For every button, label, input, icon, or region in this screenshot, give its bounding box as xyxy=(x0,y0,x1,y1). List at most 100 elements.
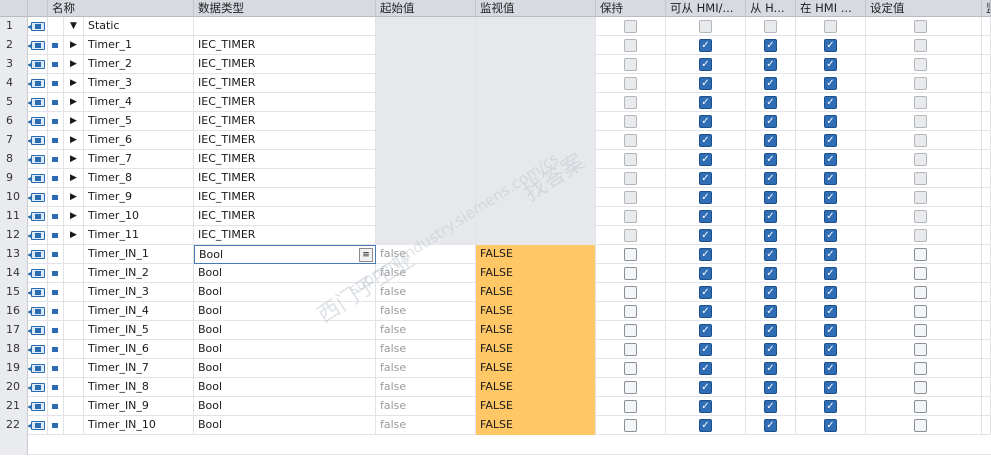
table-row[interactable]: 1 ▼ Static xyxy=(0,17,991,36)
start-value-cell[interactable] xyxy=(376,36,476,55)
table-row[interactable]: 14 Timer_IN_2 Bool false FALSE ✓ ✓ ✓ xyxy=(0,264,991,283)
from-hmi-checkbox[interactable]: ✓ xyxy=(764,58,777,71)
table-row[interactable]: 18 Timer_IN_6 Bool false FALSE ✓ ✓ ✓ xyxy=(0,340,991,359)
hmi-access-checkbox[interactable]: ✓ xyxy=(699,172,712,185)
start-value-cell[interactable] xyxy=(376,207,476,226)
header-name[interactable]: 名称 xyxy=(48,0,194,17)
expand-toggle-icon[interactable]: ▼ xyxy=(64,17,84,36)
in-hmi-checkbox[interactable]: ✓ xyxy=(824,96,837,109)
expand-toggle-icon[interactable] xyxy=(64,359,84,378)
table-row[interactable]: 22 Timer_IN_10 Bool false FALSE ✓ ✓ ✓ xyxy=(0,416,991,435)
data-type-cell[interactable]: Bool xyxy=(194,264,376,283)
hmi-access-checkbox[interactable]: ✓ xyxy=(699,191,712,204)
data-type-cell[interactable]: IEC_TIMER xyxy=(194,55,376,74)
setpoint-checkbox[interactable] xyxy=(914,248,927,261)
expand-toggle-icon[interactable] xyxy=(64,245,84,264)
table-row[interactable]: 19 Timer_IN_7 Bool false FALSE ✓ ✓ ✓ xyxy=(0,359,991,378)
start-value-cell[interactable]: false xyxy=(376,416,476,435)
table-row[interactable]: 12 ▶ Timer_11 IEC_TIMER ✓ ✓ ✓ xyxy=(0,226,991,245)
data-type-cell[interactable]: IEC_TIMER xyxy=(194,150,376,169)
data-type-cell[interactable]: IEC_TIMER xyxy=(194,226,376,245)
in-hmi-checkbox[interactable]: ✓ xyxy=(824,210,837,223)
expand-toggle-icon[interactable]: ▶ xyxy=(64,226,84,245)
expand-toggle-icon[interactable] xyxy=(64,416,84,435)
header-monitor-value[interactable]: 监视值 xyxy=(476,0,596,17)
in-hmi-checkbox[interactable]: ✓ xyxy=(824,191,837,204)
tag-name[interactable]: Timer_11 xyxy=(84,226,194,245)
tag-name[interactable]: Static xyxy=(84,17,194,36)
tag-name[interactable]: Timer_IN_2 xyxy=(84,264,194,283)
retain-checkbox[interactable] xyxy=(624,267,637,280)
tag-name[interactable]: Timer_6 xyxy=(84,131,194,150)
hmi-access-checkbox[interactable]: ✓ xyxy=(699,39,712,52)
retain-checkbox[interactable] xyxy=(624,362,637,375)
table-row[interactable]: 2 ▶ Timer_1 IEC_TIMER ✓ ✓ ✓ xyxy=(0,36,991,55)
in-hmi-checkbox[interactable]: ✓ xyxy=(824,267,837,280)
from-hmi-checkbox[interactable]: ✓ xyxy=(764,172,777,185)
in-hmi-checkbox[interactable]: ✓ xyxy=(824,248,837,261)
expand-toggle-icon[interactable]: ▶ xyxy=(64,74,84,93)
header-start-value[interactable]: 起始值 xyxy=(376,0,476,17)
from-hmi-checkbox[interactable]: ✓ xyxy=(764,362,777,375)
tag-name[interactable]: Timer_IN_1 xyxy=(84,245,194,264)
hmi-access-checkbox[interactable]: ✓ xyxy=(699,58,712,71)
table-row[interactable]: 5 ▶ Timer_4 IEC_TIMER ✓ ✓ ✓ xyxy=(0,93,991,112)
tag-name[interactable]: Timer_IN_6 xyxy=(84,340,194,359)
header-hmi-access[interactable]: 可从 HMI/... xyxy=(666,0,746,17)
start-value-cell[interactable]: false xyxy=(376,283,476,302)
hmi-access-checkbox[interactable]: ✓ xyxy=(699,362,712,375)
from-hmi-checkbox[interactable]: ✓ xyxy=(764,305,777,318)
expand-toggle-icon[interactable]: ▶ xyxy=(64,169,84,188)
tag-name[interactable]: Timer_IN_9 xyxy=(84,397,194,416)
in-hmi-checkbox[interactable]: ✓ xyxy=(824,115,837,128)
start-value-cell[interactable] xyxy=(376,131,476,150)
start-value-cell[interactable]: false xyxy=(376,359,476,378)
table-row[interactable]: 16 Timer_IN_4 Bool false FALSE ✓ ✓ ✓ xyxy=(0,302,991,321)
start-value-cell[interactable] xyxy=(376,74,476,93)
expand-toggle-icon[interactable]: ▶ xyxy=(64,207,84,226)
from-hmi-checkbox[interactable]: ✓ xyxy=(764,153,777,166)
setpoint-checkbox[interactable] xyxy=(914,324,927,337)
hmi-access-checkbox[interactable]: ✓ xyxy=(699,286,712,299)
start-value-cell[interactable] xyxy=(376,169,476,188)
hmi-access-checkbox[interactable]: ✓ xyxy=(699,419,712,432)
from-hmi-checkbox[interactable]: ✓ xyxy=(764,191,777,204)
setpoint-checkbox[interactable] xyxy=(914,343,927,356)
expand-toggle-icon[interactable]: ▶ xyxy=(64,93,84,112)
data-type-cell[interactable]: IEC_TIMER xyxy=(194,188,376,207)
table-row[interactable]: 6 ▶ Timer_5 IEC_TIMER ✓ ✓ ✓ xyxy=(0,112,991,131)
tag-name[interactable]: Timer_IN_3 xyxy=(84,283,194,302)
retain-checkbox[interactable] xyxy=(624,248,637,261)
tag-name[interactable]: Timer_IN_7 xyxy=(84,359,194,378)
in-hmi-checkbox[interactable]: ✓ xyxy=(824,77,837,90)
setpoint-checkbox[interactable] xyxy=(914,362,927,375)
data-type-cell[interactable]: IEC_TIMER xyxy=(194,93,376,112)
from-hmi-checkbox[interactable]: ✓ xyxy=(764,400,777,413)
start-value-cell[interactable] xyxy=(376,17,476,36)
from-hmi-checkbox[interactable]: ✓ xyxy=(764,267,777,280)
in-hmi-checkbox[interactable]: ✓ xyxy=(824,362,837,375)
table-row[interactable]: 4 ▶ Timer_3 IEC_TIMER ✓ ✓ ✓ xyxy=(0,74,991,93)
table-row[interactable]: 7 ▶ Timer_6 IEC_TIMER ✓ ✓ ✓ xyxy=(0,131,991,150)
tag-name[interactable]: Timer_IN_4 xyxy=(84,302,194,321)
retain-checkbox[interactable] xyxy=(624,305,637,318)
start-value-cell[interactable] xyxy=(376,112,476,131)
in-hmi-checkbox[interactable]: ✓ xyxy=(824,324,837,337)
table-row[interactable]: 21 Timer_IN_9 Bool false FALSE ✓ ✓ ✓ xyxy=(0,397,991,416)
header-from-hmi[interactable]: 从 H... xyxy=(746,0,796,17)
data-type-cell[interactable]: IEC_TIMER xyxy=(194,36,376,55)
start-value-cell[interactable] xyxy=(376,226,476,245)
data-type-cell[interactable]: Bool xyxy=(194,283,376,302)
in-hmi-checkbox[interactable]: ✓ xyxy=(824,419,837,432)
table-row[interactable]: 8 ▶ Timer_7 IEC_TIMER ✓ ✓ ✓ xyxy=(0,150,991,169)
data-type-cell[interactable]: Bool xyxy=(194,397,376,416)
hmi-access-checkbox[interactable]: ✓ xyxy=(699,305,712,318)
expand-toggle-icon[interactable]: ▶ xyxy=(64,188,84,207)
from-hmi-checkbox[interactable]: ✓ xyxy=(764,210,777,223)
from-hmi-checkbox[interactable]: ✓ xyxy=(764,343,777,356)
tag-name[interactable]: Timer_1 xyxy=(84,36,194,55)
data-type-cell[interactable]: IEC_TIMER xyxy=(194,112,376,131)
in-hmi-checkbox[interactable]: ✓ xyxy=(824,153,837,166)
expand-toggle-icon[interactable]: ▶ xyxy=(64,131,84,150)
hmi-access-checkbox[interactable]: ✓ xyxy=(699,343,712,356)
